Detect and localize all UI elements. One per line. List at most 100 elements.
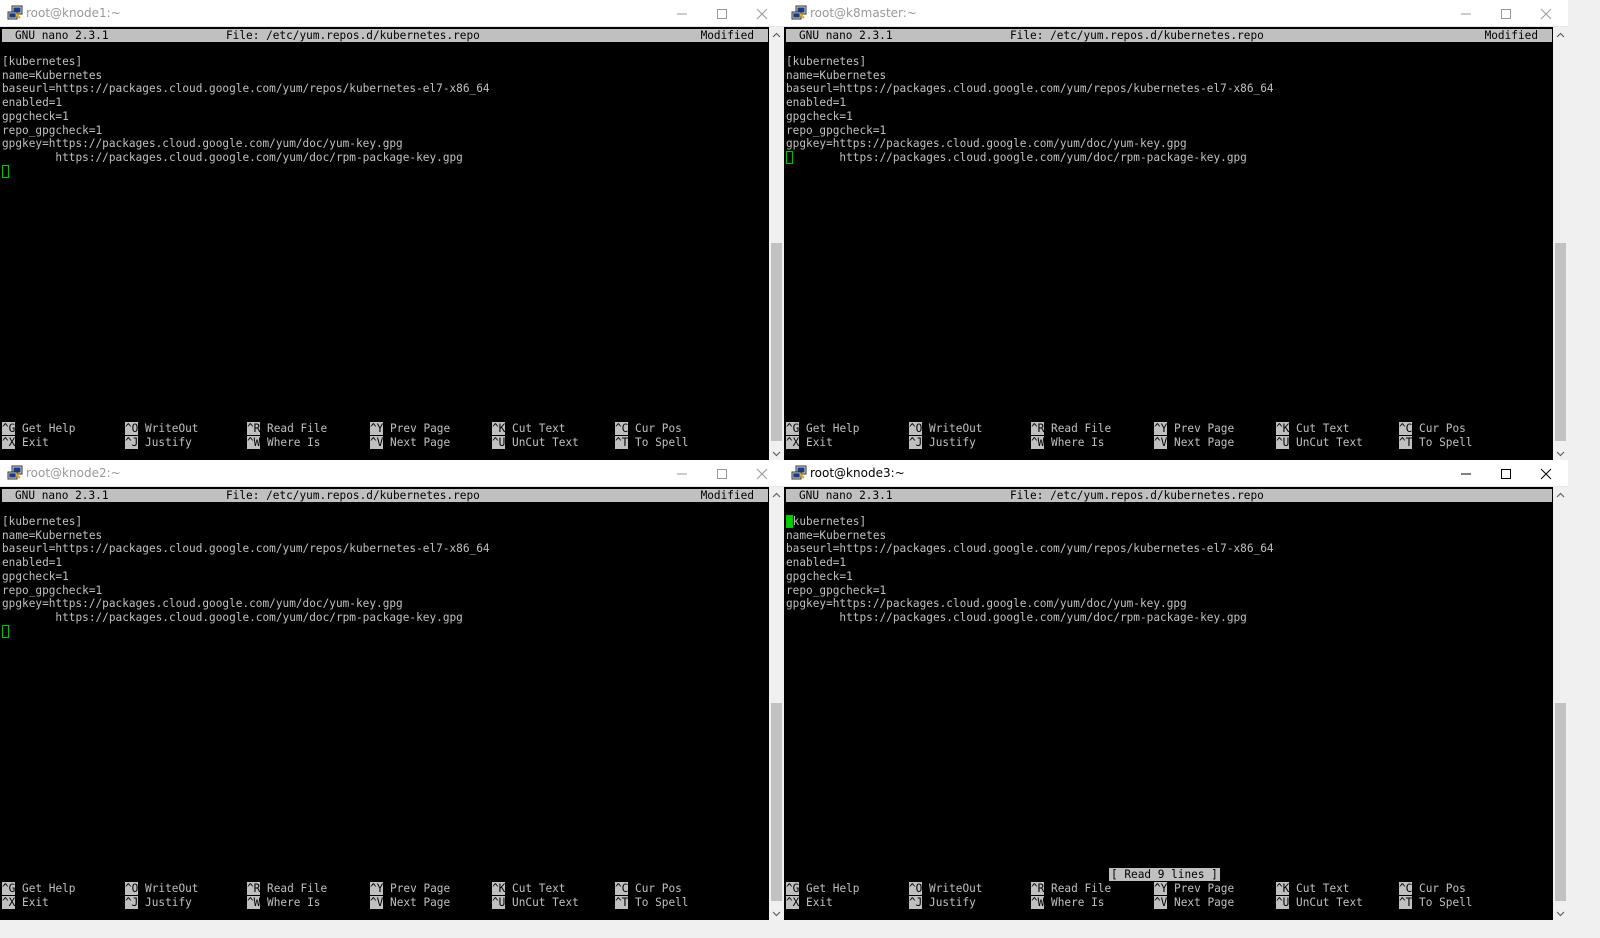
file-line[interactable]: gpgcheck=1: [786, 570, 853, 584]
maximize-button[interactable]: [1486, 460, 1526, 487]
file-line[interactable]: baseurl=https://packages.cloud.google.co…: [786, 542, 1274, 556]
shortcut-key: ^T: [1399, 896, 1413, 909]
file-line[interactable]: enabled=1: [2, 96, 62, 110]
file-line[interactable]: name=Kubernetes: [786, 529, 886, 543]
shortcut-writeout: ^O WriteOut: [125, 422, 198, 436]
shortcut-label: To Spell: [1419, 436, 1473, 449]
title-bar[interactable]: root@knode2:~: [0, 460, 784, 487]
scroll-thumb[interactable]: [771, 243, 782, 441]
scroll-down-button[interactable]: [1553, 906, 1568, 920]
shortcut-label: To Spell: [635, 896, 689, 909]
vertical-scrollbar[interactable]: [1553, 27, 1568, 460]
shortcut-label: WriteOut: [929, 882, 983, 895]
file-line[interactable]: baseurl=https://packages.cloud.google.co…: [2, 542, 490, 556]
close-button[interactable]: [1526, 460, 1566, 487]
file-line[interactable]: gpgkey=https://packages.cloud.google.com…: [786, 137, 1187, 151]
terminal-window-k8master[interactable]: root@k8master:~ GNU nano 2.3.1 File: /etc/…: [784, 0, 1568, 460]
shortcut-key: ^C: [615, 882, 629, 895]
maximize-icon: [716, 468, 728, 480]
scroll-up-button[interactable]: [769, 487, 784, 501]
file-line[interactable]: gpgkey=https://packages.cloud.google.com…: [2, 597, 403, 611]
putty-icon[interactable]: [7, 5, 23, 21]
vertical-scrollbar[interactable]: [769, 487, 784, 920]
shortcut-key: ^G: [2, 422, 16, 435]
terminal-screen[interactable]: GNU nano 2.3.1 File: /etc/yum.repos.d/kub…: [784, 487, 1553, 920]
chevron-up-icon: [1556, 25, 1565, 43]
file-line[interactable]: name=Kubernetes: [2, 529, 102, 543]
close-button[interactable]: [1526, 0, 1566, 27]
minimize-button[interactable]: [1446, 460, 1486, 487]
vertical-scrollbar[interactable]: [1553, 487, 1568, 920]
scroll-thumb[interactable]: [1555, 703, 1566, 901]
file-line[interactable]: gpgkey=https://packages.cloud.google.com…: [786, 597, 1187, 611]
file-line[interactable]: [kubernetes]: [786, 55, 866, 69]
file-line[interactable]: https://packages.cloud.google.com/yum/do…: [786, 151, 1246, 165]
nano-file-name: File: /etc/yum.repos.d/kubernetes.repo: [1010, 489, 1264, 502]
putty-icon[interactable]: [791, 5, 807, 21]
shortcut-prev-page: ^Y Prev Page: [370, 882, 450, 896]
scroll-down-button[interactable]: [769, 446, 784, 460]
file-line[interactable]: repo_gpgcheck=1: [786, 124, 886, 138]
shortcut-justify: ^J Justify: [125, 896, 192, 910]
minimize-button[interactable]: [1446, 0, 1486, 27]
file-line[interactable]: repo_gpgcheck=1: [2, 124, 102, 138]
file-line[interactable]: https://packages.cloud.google.com/yum/do…: [786, 611, 1246, 625]
scroll-up-button[interactable]: [769, 27, 784, 41]
terminal-window-knode2[interactable]: root@knode2:~ GNU nano 2.3.1 File: /etc/yu…: [0, 460, 784, 920]
file-line[interactable]: gpgcheck=1: [786, 110, 853, 124]
minimize-icon: [1460, 468, 1472, 480]
file-line[interactable]: enabled=1: [2, 556, 62, 570]
shortcut-key: ^K: [1276, 422, 1290, 435]
title-bar[interactable]: root@knode3:~: [784, 460, 1568, 487]
terminal-screen[interactable]: GNU nano 2.3.1 File: /etc/yum.repos.d/kub…: [0, 487, 769, 920]
maximize-button[interactable]: [702, 460, 742, 487]
title-bar[interactable]: root@knode1:~: [0, 0, 784, 27]
file-line[interactable]: repo_gpgcheck=1: [2, 584, 102, 598]
nano-file-name: File: /etc/yum.repos.d/kubernetes.repo: [226, 29, 480, 42]
file-line[interactable]: [kubernetes]: [2, 55, 82, 69]
scroll-thumb[interactable]: [771, 703, 782, 901]
vertical-scrollbar[interactable]: [769, 27, 784, 460]
putty-icon[interactable]: [791, 465, 807, 481]
terminal-window-knode3[interactable]: root@knode3:~ GNU nano 2.3.1 File: /etc/yu…: [784, 460, 1568, 920]
shortcut-label: Justify: [929, 436, 976, 449]
shortcut-to-spell: ^T To Spell: [1399, 896, 1472, 910]
scroll-up-button[interactable]: [1553, 27, 1568, 41]
file-line[interactable]: baseurl=https://packages.cloud.google.co…: [786, 82, 1274, 96]
file-line[interactable]: gpgkey=https://packages.cloud.google.com…: [2, 137, 403, 151]
minimize-button[interactable]: [662, 460, 702, 487]
file-line[interactable]: gpgcheck=1: [2, 570, 69, 584]
file-line[interactable]: enabled=1: [786, 96, 846, 110]
scroll-down-button[interactable]: [1553, 446, 1568, 460]
file-line[interactable]: https://packages.cloud.google.com/yum/do…: [2, 611, 462, 625]
shortcut-justify: ^J Justify: [909, 436, 976, 450]
maximize-button[interactable]: [1486, 0, 1526, 27]
file-line[interactable]: baseurl=https://packages.cloud.google.co…: [2, 82, 490, 96]
file-line[interactable]: repo_gpgcheck=1: [786, 584, 886, 598]
chevron-down-icon: [772, 904, 781, 920]
window-title: root@knode1:~: [26, 6, 121, 20]
close-button[interactable]: [742, 460, 782, 487]
file-line[interactable]: gpgcheck=1: [2, 110, 69, 124]
terminal-screen[interactable]: GNU nano 2.3.1 File: /etc/yum.repos.d/kub…: [0, 27, 769, 460]
shortcut-label: Cur Pos: [635, 422, 682, 435]
file-line[interactable]: name=Kubernetes: [786, 69, 886, 83]
file-line[interactable]: [kubernetes]: [2, 515, 82, 529]
minimize-button[interactable]: [662, 0, 702, 27]
shortcut-cut-text: ^K Cut Text: [1276, 422, 1349, 436]
close-button[interactable]: [742, 0, 782, 27]
shortcut-label: Where Is: [267, 436, 321, 449]
scroll-thumb[interactable]: [1555, 243, 1566, 441]
putty-icon[interactable]: [7, 465, 23, 481]
file-line[interactable]: enabled=1: [786, 556, 846, 570]
terminal-window-knode1[interactable]: root@knode1:~ GNU nano 2.3.1 File: /etc/yu…: [0, 0, 784, 460]
file-line[interactable]: https://packages.cloud.google.com/yum/do…: [2, 151, 462, 165]
scroll-up-button[interactable]: [1553, 487, 1568, 501]
maximize-button[interactable]: [702, 0, 742, 27]
title-bar[interactable]: root@k8master:~: [784, 0, 1568, 27]
file-line[interactable]: [kubernetes]: [786, 515, 866, 529]
terminal-screen[interactable]: GNU nano 2.3.1 File: /etc/yum.repos.d/kub…: [784, 27, 1553, 460]
file-line[interactable]: name=Kubernetes: [2, 69, 102, 83]
shortcut-label: UnCut Text: [512, 896, 579, 909]
scroll-down-button[interactable]: [769, 906, 784, 920]
